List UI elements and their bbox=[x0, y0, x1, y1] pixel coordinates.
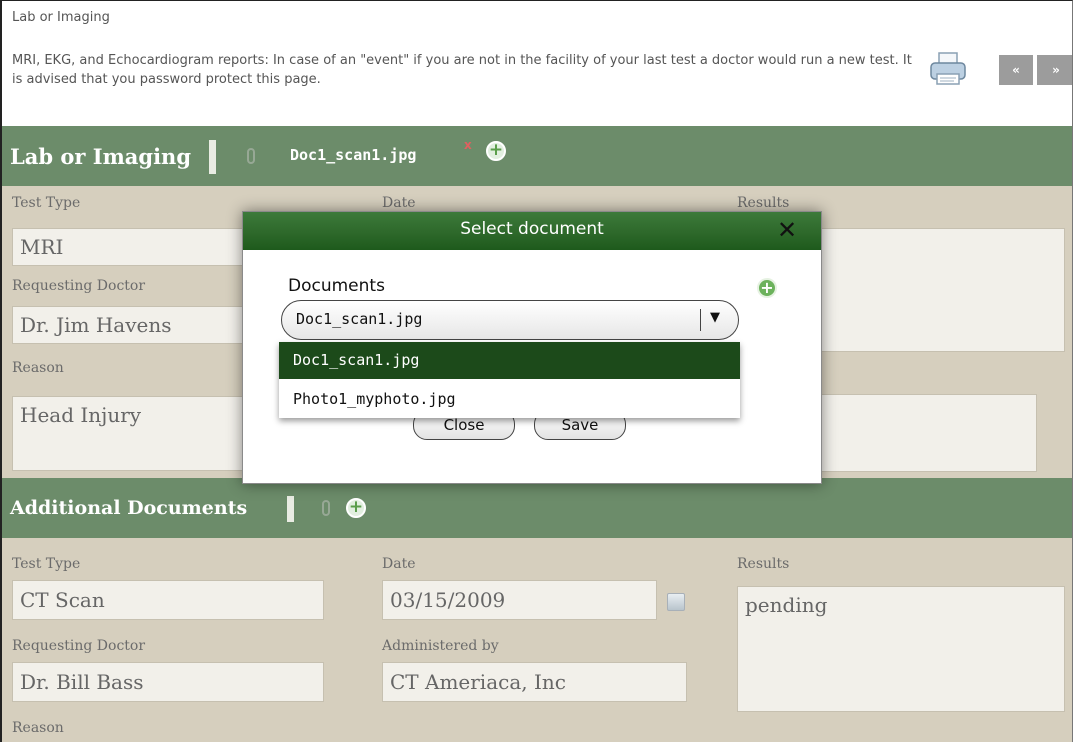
attachment-link[interactable]: Doc1_scan1.jpg bbox=[290, 146, 416, 164]
date-field[interactable]: 03/15/2009 bbox=[382, 580, 657, 620]
test-type-field[interactable]: CT Scan bbox=[12, 580, 324, 620]
add-attachment-icon[interactable]: + bbox=[486, 141, 506, 161]
documents-label: Documents bbox=[288, 276, 385, 296]
calendar-icon[interactable] bbox=[667, 593, 685, 611]
lab-section-title: Lab or Imaging bbox=[10, 144, 192, 169]
dropdown-option-photo1[interactable]: Photo1_myphoto.jpg bbox=[279, 381, 740, 418]
administered-by-field[interactable]: CT Ameriaca, Inc bbox=[382, 662, 687, 702]
test-type-label: Test Type bbox=[12, 556, 81, 572]
add-document-icon[interactable]: + bbox=[757, 278, 777, 298]
documents-select[interactable]: Doc1_scan1.jpg ▼ bbox=[281, 300, 739, 340]
add-document-icon[interactable]: + bbox=[346, 498, 366, 518]
reason-label: Reason bbox=[12, 720, 64, 736]
page-title: Lab or Imaging bbox=[12, 10, 110, 25]
test-type-label: Test Type bbox=[12, 195, 81, 211]
results-label: Results bbox=[737, 195, 790, 211]
results-label: Results bbox=[737, 556, 790, 572]
select-divider bbox=[700, 309, 701, 331]
dropdown-option-doc1[interactable]: Doc1_scan1.jpg bbox=[279, 342, 740, 379]
paperclip-icon[interactable] bbox=[247, 148, 255, 164]
additional-section-header: Additional Documents + bbox=[2, 478, 1072, 538]
documents-dropdown-list: Doc1_scan1.jpg Photo1_myphoto.jpg bbox=[279, 342, 740, 418]
lab-section-header: Lab or Imaging Doc1_scan1.jpg x + bbox=[2, 126, 1072, 186]
administered-by-label: Administered by bbox=[382, 638, 499, 654]
reason-label: Reason bbox=[12, 360, 64, 376]
section-divider bbox=[287, 496, 294, 522]
app-window: Lab or Imaging MRI, EKG, and Echocardiog… bbox=[0, 0, 1073, 742]
date-label: Date bbox=[382, 195, 416, 211]
requesting-doctor-label: Requesting Doctor bbox=[12, 638, 146, 654]
results-field[interactable]: pending bbox=[737, 586, 1065, 712]
page-description: MRI, EKG, and Echocardiogram reports: In… bbox=[12, 53, 912, 87]
dialog-title: Select document bbox=[460, 219, 604, 239]
prev-page-button[interactable]: « bbox=[999, 55, 1033, 85]
additional-panel: Test Type Date Results CT Scan 03/15/200… bbox=[2, 538, 1072, 742]
section-divider bbox=[209, 140, 216, 174]
remove-attachment-icon[interactable]: x bbox=[464, 138, 472, 152]
additional-section-title: Additional Documents bbox=[10, 497, 248, 519]
date-label: Date bbox=[382, 556, 416, 572]
printer-icon[interactable] bbox=[928, 50, 968, 88]
selected-document: Doc1_scan1.jpg bbox=[296, 310, 423, 328]
requesting-doctor-field[interactable]: Dr. Bill Bass bbox=[12, 662, 324, 702]
dropdown-arrow-icon[interactable]: ▼ bbox=[710, 310, 720, 325]
dialog-header: Select document ✕ bbox=[243, 212, 821, 250]
close-icon[interactable]: ✕ bbox=[777, 216, 797, 244]
paperclip-icon[interactable] bbox=[322, 500, 330, 516]
next-page-button[interactable]: » bbox=[1037, 55, 1072, 85]
requesting-doctor-label: Requesting Doctor bbox=[12, 278, 146, 294]
